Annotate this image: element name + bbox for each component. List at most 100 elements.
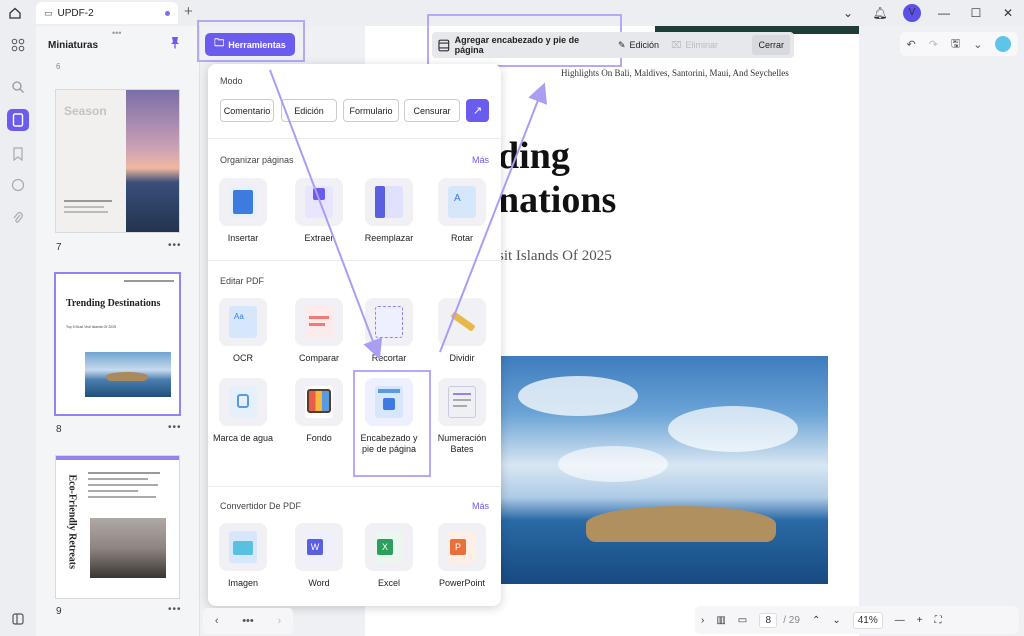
page-number: 8 [56, 424, 62, 435]
tool-extract[interactable]: Extraer [284, 178, 354, 244]
toolbox-icon: 🗀︎ [214, 38, 225, 49]
island-photo [498, 356, 828, 584]
tool-powerpoint[interactable]: P PowerPoint [427, 523, 497, 589]
save-icon[interactable]: 🖫︎ [951, 35, 960, 54]
pin-icon[interactable] [170, 36, 180, 52]
bates-icon [448, 386, 476, 418]
page-thumbnail-8[interactable]: Trending Destinations Top 5 Must Visit I… [56, 274, 179, 414]
more-icon[interactable]: ••• [168, 422, 182, 433]
crop-icon [375, 306, 403, 338]
edit-button[interactable]: ✎ Edición [612, 32, 665, 58]
total-pages: / 29 [783, 614, 800, 626]
chevron-up-icon[interactable]: ⌃ [812, 615, 820, 626]
thumbnail-panel: ••• Miniaturas 6 Season 7 ••• Trending D… [36, 26, 200, 636]
tool-rotate-label: Rotar [450, 233, 473, 243]
tool-background-label: Fondo [306, 433, 332, 443]
bell-icon[interactable]: 🔔︎ [864, 6, 896, 20]
compare-icon [305, 306, 333, 338]
unsaved-dot [165, 10, 170, 16]
tool-compare[interactable]: Comparar [284, 298, 354, 364]
zoom-out-icon[interactable]: — [895, 615, 905, 626]
mode-form-button[interactable]: Formulario [343, 99, 399, 122]
mode-comment-button[interactable]: Comentario [220, 99, 274, 122]
more-icon[interactable]: ••• [168, 240, 182, 251]
pages-icon[interactable] [7, 109, 29, 131]
organize-more-link[interactable]: Más [472, 155, 489, 165]
tool-insert[interactable]: Insertar [208, 178, 278, 244]
tool-word[interactable]: W Word [284, 523, 354, 589]
close-window-icon[interactable]: ✕ [992, 6, 1024, 20]
tool-extract-label: Extraer [304, 233, 334, 243]
delete-button[interactable]: ⌧ Eliminar [665, 32, 724, 58]
mode-edit-button[interactable]: Edición [281, 99, 337, 122]
minimize-icon[interactable]: — [928, 6, 960, 20]
close-label: Cerrar [758, 40, 784, 50]
tool-crop[interactable]: Recortar [354, 298, 424, 364]
tool-rotate[interactable]: A Rotar [427, 178, 497, 244]
new-tab-button[interactable]: + [184, 3, 193, 20]
page-number: 7 [56, 242, 62, 253]
tool-excel[interactable]: X Excel [354, 523, 424, 589]
tools-button[interactable]: 🗀︎ Herramientas [205, 33, 295, 56]
search-icon[interactable] [7, 76, 29, 98]
tool-watermark-label: Marca de agua [212, 433, 274, 443]
tool-ocr[interactable]: Aa OCR [208, 298, 278, 364]
comment-icon: ▭ [44, 7, 53, 18]
grid-icon[interactable] [7, 34, 29, 56]
presentation-icon[interactable]: ▭ [738, 615, 747, 626]
tool-image[interactable]: Imagen [208, 523, 278, 589]
zoom-level[interactable]: 41% [852, 611, 883, 629]
more-icon[interactable]: ••• [168, 604, 182, 615]
drag-handle[interactable]: ••• [112, 28, 121, 38]
attachment-icon[interactable] [7, 207, 29, 229]
edit-icon: ✎ [618, 39, 626, 50]
tool-excel-label: Excel [377, 578, 400, 588]
layers-icon[interactable] [7, 608, 29, 630]
tool-watermark[interactable]: Marca de agua [208, 378, 278, 444]
background-icon [305, 386, 333, 418]
mode-redact-button[interactable]: Censurar [404, 99, 460, 122]
powerpoint-icon: P [448, 531, 476, 563]
tool-split[interactable]: Dividir [427, 298, 497, 364]
more-icon[interactable]: ••• [242, 615, 254, 627]
mode-section-title: Modo [220, 76, 243, 86]
page-number: 9 [56, 606, 62, 617]
page-controls: › ▥ ▭ 8 / 29 ⌃ ⌄ 41% — + ⛶ [695, 606, 1019, 634]
close-button[interactable]: Cerrar [752, 35, 790, 55]
thumb-title: Season [64, 104, 107, 118]
document-tab[interactable]: ▭ UPDF-2 [36, 2, 178, 24]
edit-label: Edición [629, 40, 660, 50]
tool-bates[interactable]: Numeración Bates [427, 378, 497, 456]
chevron-down-icon[interactable]: ⌄ [973, 38, 982, 51]
insert-icon [229, 186, 257, 218]
undo-icon[interactable]: ↶ [906, 38, 915, 51]
page-thumbnail-7[interactable]: Season [56, 90, 179, 232]
context-toolbar: Agregar encabezado y pie de página ✎ Edi… [432, 32, 794, 58]
convert-more-link[interactable]: Más [472, 501, 489, 511]
organize-section-title: Organizar páginas [220, 155, 294, 165]
home-icon[interactable] [0, 0, 30, 26]
open-external-icon[interactable]: ↗ [466, 99, 489, 122]
add-header-footer-button[interactable]: Agregar encabezado y pie de página [432, 32, 612, 58]
tool-replace[interactable]: Reemplazar [354, 178, 424, 244]
current-page-input[interactable]: 8 [759, 612, 778, 628]
left-rail [0, 26, 36, 636]
tool-background[interactable]: Fondo [284, 378, 354, 444]
comment-list-icon[interactable] [7, 174, 29, 196]
redo-icon[interactable]: ↷ [929, 38, 938, 51]
chevron-right-icon[interactable]: › [277, 615, 281, 627]
zoom-in-icon[interactable]: + [917, 615, 923, 626]
chevron-left-icon[interactable]: ‹ [215, 615, 219, 627]
book-view-icon[interactable]: ▥ [716, 615, 725, 626]
tab-title: UPDF-2 [57, 7, 94, 19]
delete-label: Eliminar [685, 40, 718, 50]
avatar[interactable]: V [903, 4, 921, 22]
page-thumbnail-9[interactable]: Eco-Friendly Retreats [56, 456, 179, 598]
ai-assistant-icon[interactable] [995, 36, 1012, 52]
bookmark-icon[interactable] [7, 143, 29, 165]
expand-icon[interactable]: › [701, 615, 704, 626]
fit-page-icon[interactable]: ⛶ [935, 615, 942, 626]
chevron-down-icon[interactable]: ⌄ [832, 6, 864, 20]
maximize-icon[interactable]: ☐ [960, 6, 992, 20]
chevron-down-icon[interactable]: ⌄ [832, 615, 840, 626]
